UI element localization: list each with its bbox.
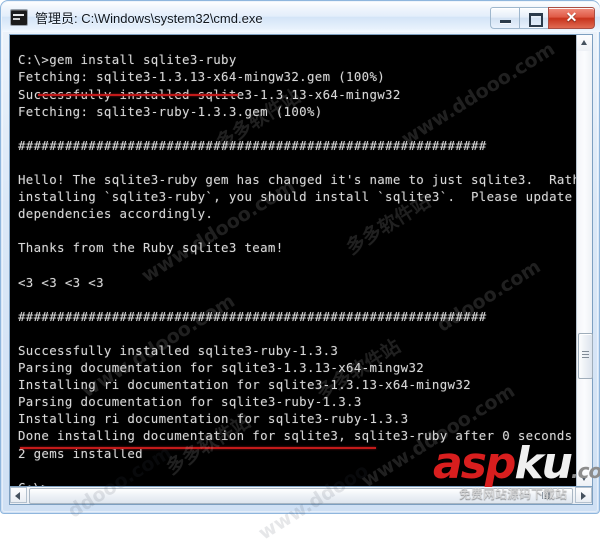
minimize-button[interactable] [490,6,519,29]
annotation-underline-command [38,94,238,96]
horizontal-scrollbar-thumb[interactable] [29,488,573,504]
chevron-down-icon [581,476,587,481]
cmd-window: 管理员: C:\Windows\system32\cmd.exe ✕ C:\>g… [0,0,600,544]
chevron-left-icon [15,491,20,500]
annotation-underline-result [20,447,376,449]
vertical-scrollbar[interactable] [576,35,593,486]
vertical-scrollbar-thumb[interactable] [578,333,593,379]
close-button[interactable]: ✕ [548,6,595,29]
title-bar-left: 管理员: C:\Windows\system32\cmd.exe [2,8,490,27]
maximize-button[interactable] [519,6,548,29]
chevron-up-icon [581,40,587,45]
scroll-down-button[interactable] [577,470,592,486]
title-bar[interactable]: 管理员: C:\Windows\system32\cmd.exe ✕ [2,2,600,32]
minimize-icon [500,19,511,23]
maximize-icon [529,12,543,27]
console-output: C:\>gem install sqlite3-ruby Fetching: s… [18,52,576,486]
scroll-up-button[interactable] [577,35,592,51]
window-buttons: ✕ [490,6,600,29]
window-title: 管理员: C:\Windows\system32\cmd.exe [35,10,263,26]
cmd-icon [10,8,28,26]
console-client-area: C:\>gem install sqlite3-ruby Fetching: s… [9,34,593,487]
console-screen[interactable]: C:\>gem install sqlite3-ruby Fetching: s… [10,35,576,486]
chevron-right-icon [581,491,586,500]
horizontal-scrollbar[interactable] [9,487,593,505]
scroll-left-button[interactable] [10,487,27,503]
close-icon: ✕ [565,8,578,25]
scroll-right-button[interactable] [575,487,592,503]
